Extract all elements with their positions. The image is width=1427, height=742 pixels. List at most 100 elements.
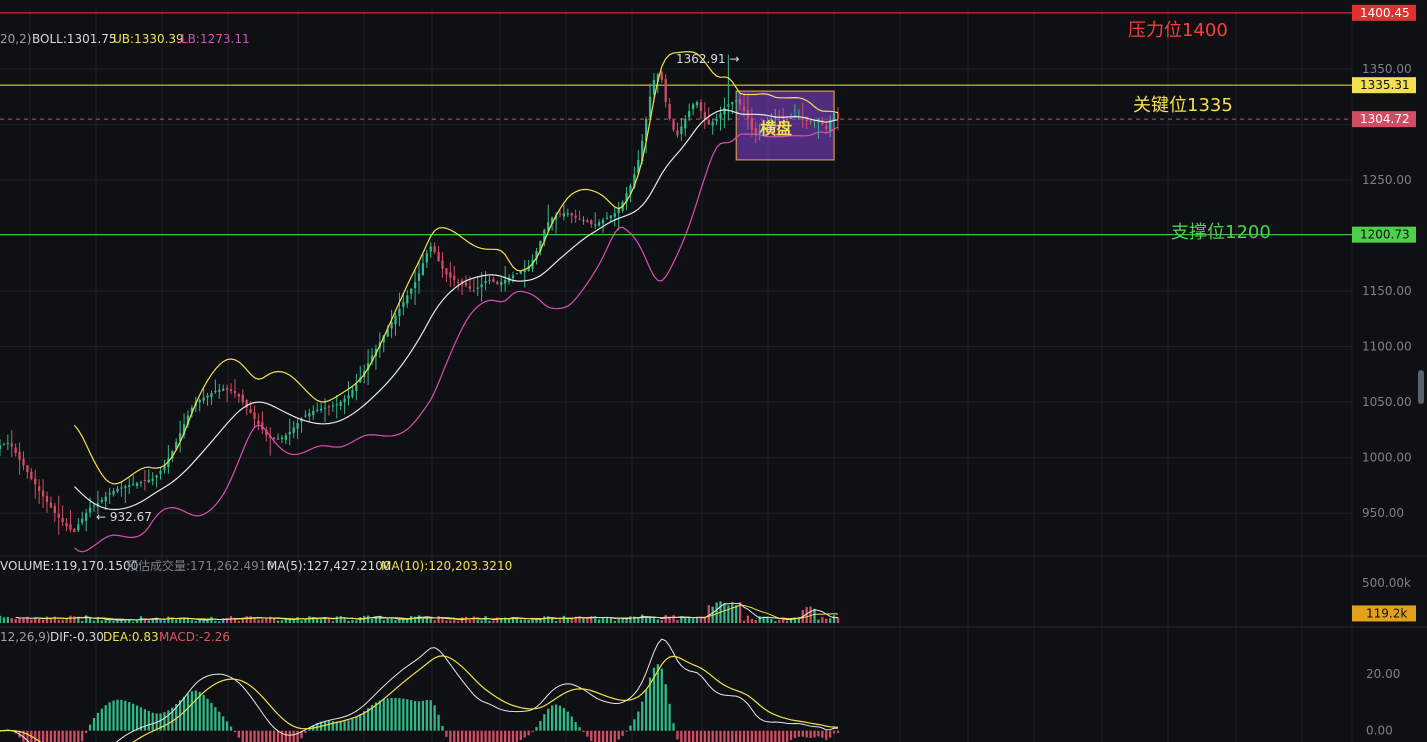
- candle-body: [73, 528, 76, 533]
- candle-body: [222, 388, 225, 391]
- volume-bar: [629, 616, 632, 623]
- candle-body: [809, 120, 812, 123]
- volume-bar: [194, 620, 197, 623]
- macd-histogram-bar: [45, 730, 49, 742]
- candle-body: [214, 390, 217, 392]
- volume-bar: [527, 620, 530, 623]
- candle-body: [594, 224, 597, 226]
- macd-histogram-bar: [762, 730, 765, 742]
- macd-histogram-bar: [480, 730, 483, 742]
- candle-body: [660, 72, 663, 80]
- price-tick-label: 1250.00: [1362, 173, 1412, 187]
- candle-body: [558, 213, 562, 215]
- candle-body: [402, 302, 405, 308]
- candle-body: [100, 499, 103, 502]
- macd-histogram-bar: [382, 699, 385, 731]
- macd-histogram-bar: [425, 699, 428, 731]
- macd-histogram-bar: [801, 730, 804, 737]
- candle-body: [316, 409, 319, 411]
- consolidation-box-label: 横盘: [760, 119, 792, 138]
- candle-body: [128, 485, 131, 487]
- macd-histogram-bar: [120, 699, 123, 731]
- volume-bar: [813, 608, 816, 623]
- volume-bar: [331, 621, 334, 623]
- volume-bar: [249, 616, 252, 623]
- volume-bar: [660, 619, 663, 623]
- macd-histogram-bar: [124, 700, 127, 731]
- volume-bar: [691, 618, 695, 623]
- candle-body: [112, 490, 115, 495]
- macd-histogram-bar: [586, 730, 589, 737]
- candle-body: [664, 78, 667, 103]
- volume-bar: [57, 619, 60, 623]
- candle-body: [500, 282, 503, 286]
- macd-histogram-bar: [190, 691, 194, 731]
- candle-body: [562, 213, 566, 217]
- macd-histogram-bar: [163, 712, 166, 731]
- candle-body: [18, 451, 21, 460]
- candle-body: [81, 518, 84, 523]
- candle-body: [515, 273, 519, 275]
- macd-histogram-bar: [566, 711, 569, 731]
- candle-body: [249, 409, 252, 414]
- macd-histogram-bar: [386, 698, 389, 731]
- resistance-price-tag-label: 1400.45: [1360, 6, 1410, 20]
- macd-histogram-bar: [65, 730, 68, 742]
- volume-bar: [6, 616, 9, 623]
- candle-body: [45, 495, 49, 503]
- macd-histogram-bar: [218, 711, 221, 731]
- volume-bar: [523, 619, 526, 623]
- candle-body: [480, 284, 483, 288]
- volume-bar: [676, 619, 679, 623]
- macd-histogram-bar: [629, 725, 632, 731]
- candle-body: [225, 388, 229, 390]
- volume-bar: [746, 615, 750, 623]
- volume-bar: [778, 619, 781, 623]
- volume-bar: [402, 619, 405, 623]
- price-tick-label: 1050.00: [1362, 395, 1412, 409]
- macd-histogram-bar: [222, 716, 225, 731]
- resistance-level-label: 压力位1400: [1128, 20, 1228, 41]
- volume-bar: [292, 619, 295, 623]
- candle-body: [394, 315, 397, 325]
- macd-histogram-bar: [406, 699, 409, 731]
- macd-histogram-bar: [558, 705, 562, 731]
- volume-bar: [519, 619, 522, 623]
- macd-histogram-bar: [680, 730, 683, 742]
- macd-histogram-bar: [535, 726, 538, 731]
- volume-bar: [300, 620, 303, 623]
- macd-value-label: MACD:-2.26: [159, 630, 230, 644]
- macd-histogram-bar: [504, 730, 507, 742]
- volume-bar: [613, 620, 616, 623]
- candle-body: [496, 281, 499, 285]
- volume-bar: [625, 618, 628, 623]
- volume-bar: [449, 620, 452, 623]
- macd-histogram-bar: [69, 730, 72, 742]
- candle-body: [601, 219, 605, 224]
- volume-bar: [582, 618, 585, 623]
- candle-body: [750, 118, 753, 130]
- macd-histogram-bar: [276, 730, 280, 742]
- volume-bar: [132, 621, 135, 623]
- macd-histogram-bar: [782, 730, 785, 742]
- macd-histogram-bar: [476, 730, 479, 742]
- macd-histogram-bar: [668, 703, 671, 731]
- macd-histogram-bar: [750, 730, 753, 742]
- candle-body: [742, 106, 746, 112]
- macd-histogram-bar: [719, 730, 722, 742]
- macd-histogram-bar: [789, 730, 793, 741]
- candle-body: [147, 479, 150, 483]
- macd-histogram-bar: [731, 730, 734, 742]
- trading-chart[interactable]: 1350.00 1250.00 1150.00 1100.00 1050.00 1000.…: [0, 0, 1427, 742]
- volume-bar: [394, 620, 397, 623]
- macd-histogram-bar: [88, 724, 92, 731]
- volume-label: VOLUME:119,170.1500: [0, 559, 138, 573]
- candle-body: [711, 122, 714, 126]
- macd-histogram-bar: [703, 730, 706, 742]
- macd-histogram-bar: [214, 707, 217, 731]
- macd-histogram-bar: [817, 730, 820, 737]
- volume-bar: [715, 602, 718, 623]
- volume-bar: [742, 620, 746, 623]
- macd-histogram-bar: [245, 730, 248, 742]
- chart-scroll-handle[interactable]: [1418, 370, 1424, 404]
